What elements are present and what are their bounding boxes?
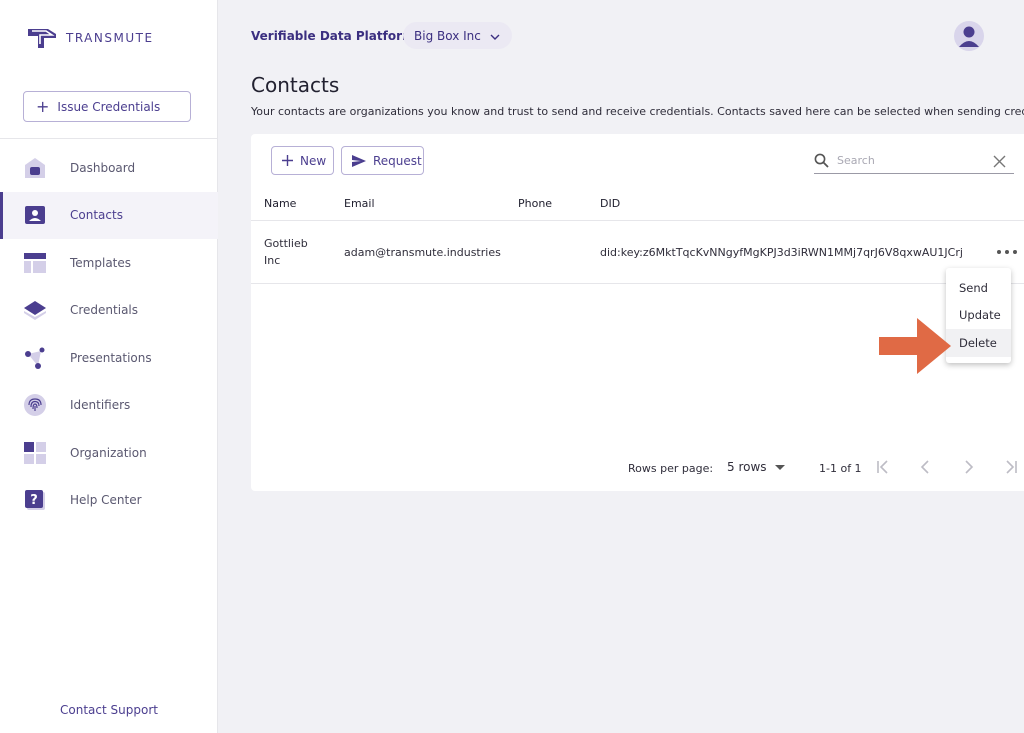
send-icon (352, 154, 366, 167)
sidebar-item-help-center[interactable]: ? Help Center (0, 477, 218, 525)
user-avatar[interactable] (954, 21, 984, 51)
user-icon (959, 26, 979, 47)
brand-logo[interactable]: TRANSMUTE (26, 26, 154, 50)
grid-icon (23, 441, 47, 465)
search-field (814, 148, 1014, 174)
column-header-name[interactable]: Name (264, 197, 296, 210)
menu-item-delete[interactable]: Delete (946, 329, 1011, 357)
plus-icon (282, 155, 293, 166)
template-icon (23, 251, 47, 275)
help-icon: ? (23, 488, 47, 512)
column-header-did[interactable]: DID (600, 197, 620, 210)
annotation-arrow-icon (879, 317, 951, 379)
issue-credentials-button[interactable]: + Issue Credentials (23, 91, 191, 122)
search-input[interactable] (837, 154, 977, 167)
page-title: Contacts (251, 73, 340, 97)
pagination-range: 1-1 of 1 (819, 462, 862, 475)
issue-credentials-label: Issue Credentials (57, 99, 161, 114)
contacts-table-card: New Request Name Email Phone DID Gottlie… (251, 134, 1024, 491)
menu-item-send[interactable]: Send (946, 274, 1011, 302)
row-actions-more-icon[interactable] (997, 244, 1017, 260)
sidebar-item-label: Organization (70, 445, 147, 460)
sidebar-item-label: Identifiers (70, 398, 131, 413)
table-row-divider (251, 283, 1024, 284)
chevron-down-icon (490, 29, 500, 43)
column-header-email[interactable]: Email (344, 197, 375, 210)
brand-name: TRANSMUTE (66, 31, 154, 45)
contact-support-link[interactable]: Contact Support (0, 703, 218, 717)
previous-page-icon[interactable] (917, 458, 935, 476)
sidebar-item-dashboard[interactable]: Dashboard (0, 144, 218, 192)
page-description: Your contacts are organizations you know… (251, 105, 1024, 118)
new-contact-button[interactable]: New (271, 146, 334, 175)
platform-title: Verifiable Data Platform (251, 29, 415, 43)
organization-select-value: Big Box Inc (414, 28, 481, 43)
sidebar-item-presentations[interactable]: Presentations (0, 334, 218, 382)
column-header-phone[interactable]: Phone (518, 197, 552, 210)
home-icon (23, 156, 47, 180)
sidebar-item-label: Credentials (70, 303, 139, 318)
organization-select[interactable]: Big Box Inc (403, 22, 512, 49)
sidebar-divider (0, 138, 218, 139)
svg-text:?: ? (30, 493, 38, 508)
menu-item-update[interactable]: Update (946, 302, 1011, 330)
sidebar-nav: Dashboard Contacts Templates Credentials… (0, 144, 218, 524)
sidebar-item-identifiers[interactable]: Identifiers (0, 382, 218, 430)
sidebar-item-templates[interactable]: Templates (0, 239, 218, 287)
search-icon (814, 153, 829, 168)
first-page-icon[interactable] (874, 458, 892, 476)
fingerprint-icon (23, 393, 47, 417)
sidebar-item-credentials[interactable]: Credentials (0, 287, 218, 335)
sidebar-item-label: Dashboard (70, 160, 136, 175)
request-button[interactable]: Request (341, 146, 424, 175)
plus-icon: + (36, 96, 50, 116)
sidebar-item-organization[interactable]: Organization (0, 429, 218, 477)
contact-name: Gottlieb (264, 237, 308, 250)
last-page-icon[interactable] (1002, 458, 1020, 476)
contact-card-icon (23, 203, 47, 227)
sidebar-item-label: Contacts (70, 208, 123, 223)
sidebar-item-contacts[interactable]: Contacts (0, 191, 218, 239)
rows-per-page-label: Rows per page: (628, 462, 714, 475)
clear-search-icon[interactable] (993, 153, 1006, 172)
sidebar-item-label: Help Center (70, 493, 142, 508)
sidebar-item-label: Templates (70, 255, 132, 270)
sidebar-item-label: Presentations (70, 350, 152, 365)
rows-per-page-value: 5 rows (727, 460, 767, 474)
table-header-divider (251, 220, 1024, 221)
request-label: Request (373, 153, 422, 168)
next-page-icon[interactable] (959, 458, 977, 476)
rows-per-page-select[interactable]: 5 rows (727, 460, 785, 474)
network-icon (23, 346, 47, 370)
sidebar: TRANSMUTE + Issue Credentials Dashboard … (0, 0, 218, 733)
new-contact-label: New (300, 153, 327, 168)
row-actions-menu: Send Update Delete (946, 268, 1011, 363)
contact-name-line2: Inc (264, 254, 281, 267)
caret-down-icon (774, 464, 785, 470)
contact-email: adam@transmute.industries (344, 246, 501, 259)
transmute-logo-icon (28, 29, 56, 48)
contact-did: did:key:z6MktTqcKvNNgyfMgKPJ3d3iRWN1MMj7… (600, 246, 963, 259)
layers-icon (23, 298, 47, 322)
